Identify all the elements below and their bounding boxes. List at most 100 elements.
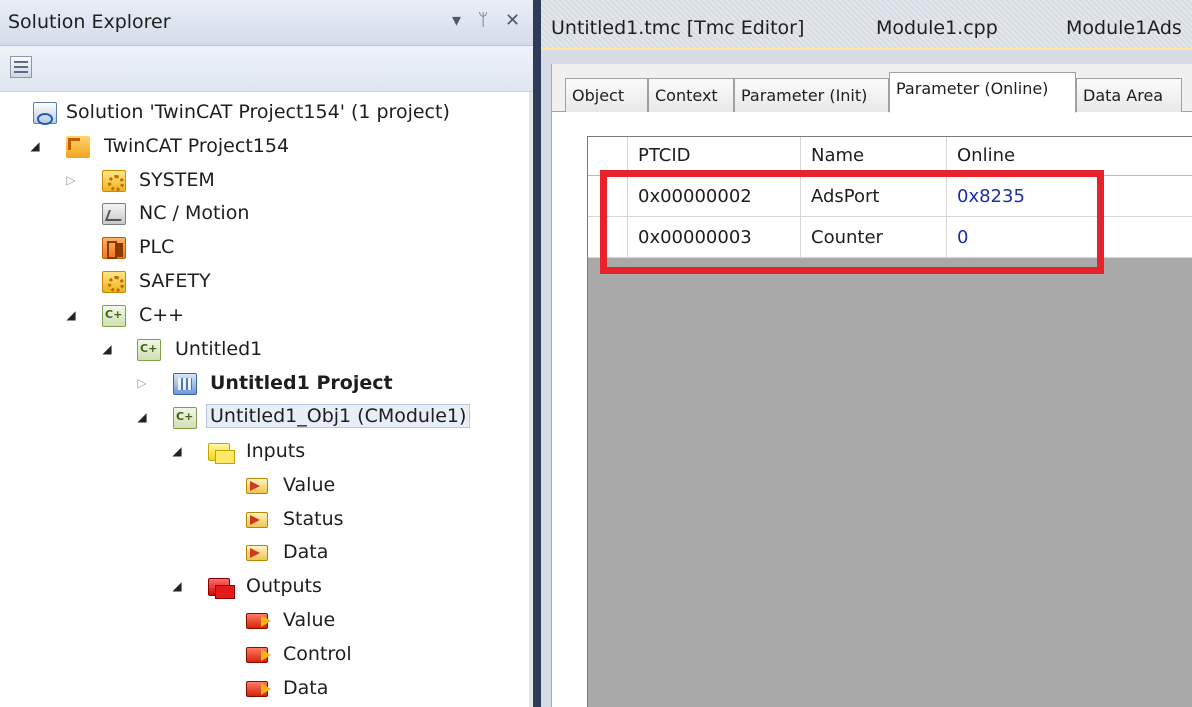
cell-online-value[interactable]: 0x8235	[947, 176, 1192, 216]
collapsed-arrow-icon[interactable]: ▷	[135, 376, 149, 390]
tree-node-label: Inputs	[246, 440, 306, 462]
solution-explorer-panel: Solution Explorer ▾ ᛘ ✕ Solution 'TwinCA…	[0, 0, 533, 707]
expanded-arrow-icon[interactable]: ◢	[100, 342, 114, 356]
safety-gear-icon	[102, 271, 126, 293]
grid-header-row: PTCID Name Online	[588, 137, 1192, 176]
tree-node-safety[interactable]: SAFETY	[0, 266, 529, 299]
nc-motion-icon	[102, 203, 126, 225]
cpp-icon	[137, 339, 161, 361]
output-var-icon	[246, 647, 271, 663]
tree-node-system[interactable]: ▷ SYSTEM	[0, 165, 529, 198]
tab-object[interactable]: Object	[565, 78, 648, 112]
tmc-editor-body: Object Context Parameter (Init) Paramete…	[541, 48, 1192, 707]
expanded-arrow-icon[interactable]: ◢	[170, 444, 184, 458]
solution-explorer-toolbar	[0, 46, 533, 92]
expanded-arrow-icon[interactable]: ◢	[64, 308, 78, 322]
input-var-icon	[246, 478, 268, 494]
tree-node-label: Untitled1_Obj1 (CModule1)	[206, 404, 471, 428]
cell-ptcid: 0x00000002	[628, 176, 801, 216]
tree-node-label: TwinCAT Project154	[104, 135, 290, 157]
tree-node-label: PLC	[139, 236, 175, 258]
parameter-online-page: PTCID Name Online 0x00000002 AdsPort 0x8…	[552, 112, 1192, 707]
tab-parameter-online[interactable]: Parameter (Online)	[889, 72, 1076, 113]
doc-tab-module1ads[interactable]: Module1Ads	[1066, 17, 1182, 39]
row-header-corner	[588, 137, 628, 175]
row-header[interactable]	[588, 217, 628, 257]
tree-node-input-value[interactable]: Value	[0, 470, 529, 503]
plc-icon	[102, 237, 126, 259]
column-header-online[interactable]: Online	[947, 137, 1192, 175]
tree-node-label: Data	[283, 541, 329, 563]
cpp-icon	[102, 305, 126, 327]
expanded-arrow-icon[interactable]: ◢	[28, 139, 42, 153]
tree-node-outputs[interactable]: ◢ Outputs	[0, 571, 529, 604]
vs-project-icon	[173, 373, 197, 395]
tree-node-label: Outputs	[246, 575, 322, 597]
tree-node-untitled1-obj1[interactable]: ◢ Untitled1_Obj1 (CModule1)	[0, 402, 529, 435]
parameter-grid[interactable]: PTCID Name Online 0x00000002 AdsPort 0x8…	[587, 136, 1192, 707]
tree-node-inputs[interactable]: ◢ Inputs	[0, 436, 529, 469]
cell-name: AdsPort	[801, 176, 947, 216]
expanded-arrow-icon[interactable]: ◢	[135, 410, 149, 424]
cell-name: Counter	[801, 217, 947, 257]
tree-node-input-status[interactable]: Status	[0, 504, 529, 537]
tmc-editor-content: Object Context Parameter (Init) Paramete…	[551, 64, 1192, 707]
table-row[interactable]: 0x00000003 Counter 0	[588, 217, 1192, 258]
tree-node-untitled1-project[interactable]: ▷ Untitled1 Project	[0, 368, 529, 401]
outputs-folder-icon	[208, 578, 235, 599]
tree-node-output-data[interactable]: Data	[0, 673, 529, 706]
output-var-icon	[246, 613, 271, 629]
column-header-name[interactable]: Name	[801, 137, 947, 175]
tree-node-output-control[interactable]: Control	[0, 639, 529, 672]
tree-node-label: Data	[283, 677, 329, 699]
editor-area: Untitled1.tmc [Tmc Editor] Module1.cpp M…	[541, 0, 1192, 707]
tree-node-label: C++	[139, 304, 185, 326]
input-var-icon	[246, 545, 268, 561]
system-gear-icon	[102, 170, 126, 192]
tab-context[interactable]: Context	[648, 78, 734, 112]
solution-explorer-titlebar: Solution Explorer ▾ ᛘ ✕	[0, 0, 533, 46]
tree-node-input-data[interactable]: Data	[0, 537, 529, 570]
panel-title: Solution Explorer	[8, 11, 171, 33]
cell-online-value[interactable]: 0	[947, 217, 1192, 257]
tree-node-label: Value	[283, 609, 336, 631]
expanded-arrow-icon[interactable]: ◢	[170, 579, 184, 593]
editor-tab-strip: Object Context Parameter (Init) Paramete…	[552, 64, 1192, 113]
column-header-ptcid[interactable]: PTCID	[628, 137, 801, 175]
tree-node-label: Untitled1 Project	[210, 372, 393, 394]
close-icon[interactable]: ✕	[505, 10, 520, 31]
tree-node-plc[interactable]: PLC	[0, 232, 529, 265]
tree-node-cpp[interactable]: ◢ C++	[0, 300, 529, 333]
tree-node-untitled1[interactable]: ◢ Untitled1	[0, 334, 529, 367]
cell-ptcid: 0x00000003	[628, 217, 801, 257]
document-tab-strip: Untitled1.tmc [Tmc Editor] Module1.cpp M…	[541, 0, 1192, 48]
vertical-scrollbar[interactable]	[529, 92, 533, 707]
doc-tab-module1-cpp[interactable]: Module1.cpp	[876, 17, 998, 39]
solution-icon	[33, 102, 57, 125]
tree-node-label: SAFETY	[139, 270, 211, 292]
inputs-folder-icon	[208, 443, 235, 464]
tree-node-label: NC / Motion	[139, 202, 250, 224]
properties-icon[interactable]	[10, 56, 32, 78]
tree-node-solution[interactable]: Solution 'TwinCAT Project154' (1 project…	[0, 97, 529, 130]
cpp-icon	[173, 407, 197, 429]
tab-data-area[interactable]: Data Area	[1076, 78, 1182, 112]
collapsed-arrow-icon[interactable]: ▷	[64, 173, 78, 187]
tree-node-label: Value	[283, 474, 336, 496]
row-header[interactable]	[588, 176, 628, 216]
doc-tab-tmc-editor[interactable]: Untitled1.tmc [Tmc Editor]	[551, 17, 804, 39]
tree-node-twincat-project[interactable]: ◢ TwinCAT Project154	[0, 131, 529, 164]
tree-node-label: Solution 'TwinCAT Project154' (1 project…	[66, 101, 450, 123]
tree-node-output-value[interactable]: Value	[0, 605, 529, 638]
output-var-icon	[246, 681, 271, 697]
pin-icon[interactable]: ᛘ	[478, 10, 488, 30]
tab-parameter-init[interactable]: Parameter (Init)	[734, 78, 889, 112]
dropdown-icon[interactable]: ▾	[452, 10, 461, 31]
table-row[interactable]: 0x00000002 AdsPort 0x8235	[588, 176, 1192, 217]
tree-node-label: SYSTEM	[139, 169, 215, 191]
tree-node-label: Control	[283, 643, 352, 665]
tree-node-nc-motion[interactable]: NC / Motion	[0, 198, 529, 231]
twincat-project-icon	[66, 136, 90, 158]
input-var-icon	[246, 512, 268, 528]
tree-node-label: Untitled1	[175, 338, 263, 360]
